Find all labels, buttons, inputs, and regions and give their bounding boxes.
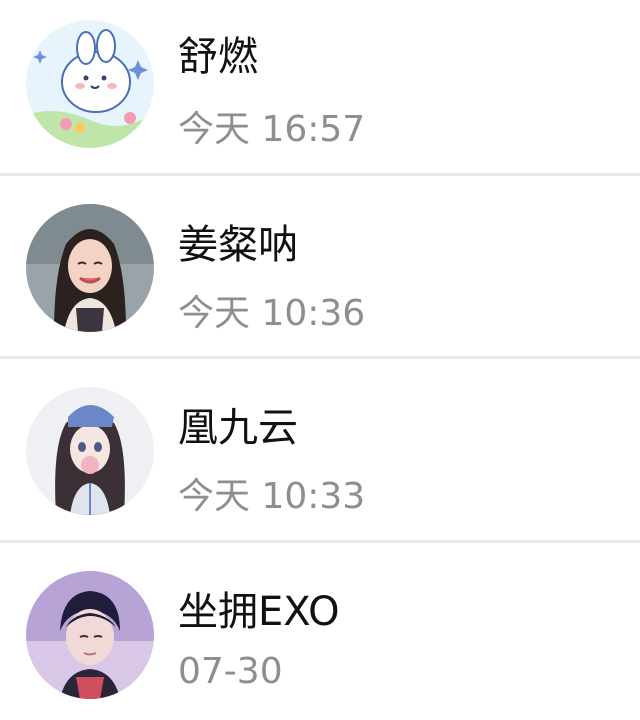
boy-portrait-avatar-icon[interactable] — [26, 571, 154, 699]
last-message-time: 今天 16:57 — [178, 109, 366, 150]
contact-name: 姜粲呐 — [178, 222, 298, 268]
last-message-time: 07-30 — [178, 651, 283, 692]
girl-portrait-avatar-icon[interactable] — [26, 204, 154, 332]
last-message-time: 今天 10:36 — [178, 293, 366, 334]
anime-girl-avatar-icon[interactable] — [26, 387, 154, 515]
conversation-row-1[interactable]: 舒燃 今天 16:57 — [0, 0, 640, 174]
contact-name: 坐拥EXO — [178, 589, 340, 635]
cartoon-bunny-avatar-icon[interactable] — [26, 20, 154, 148]
contact-name: 舒燃 — [178, 34, 258, 80]
last-message-time: 今天 10:33 — [178, 476, 366, 517]
contact-name: 凰九云 — [178, 405, 298, 451]
conversation-row-4[interactable]: 坐拥EXO 07-30 — [0, 543, 640, 717]
conversation-row-3[interactable]: 凰九云 今天 10:33 — [0, 359, 640, 533]
conversation-row-2[interactable]: 姜粲呐 今天 10:36 — [0, 176, 640, 350]
